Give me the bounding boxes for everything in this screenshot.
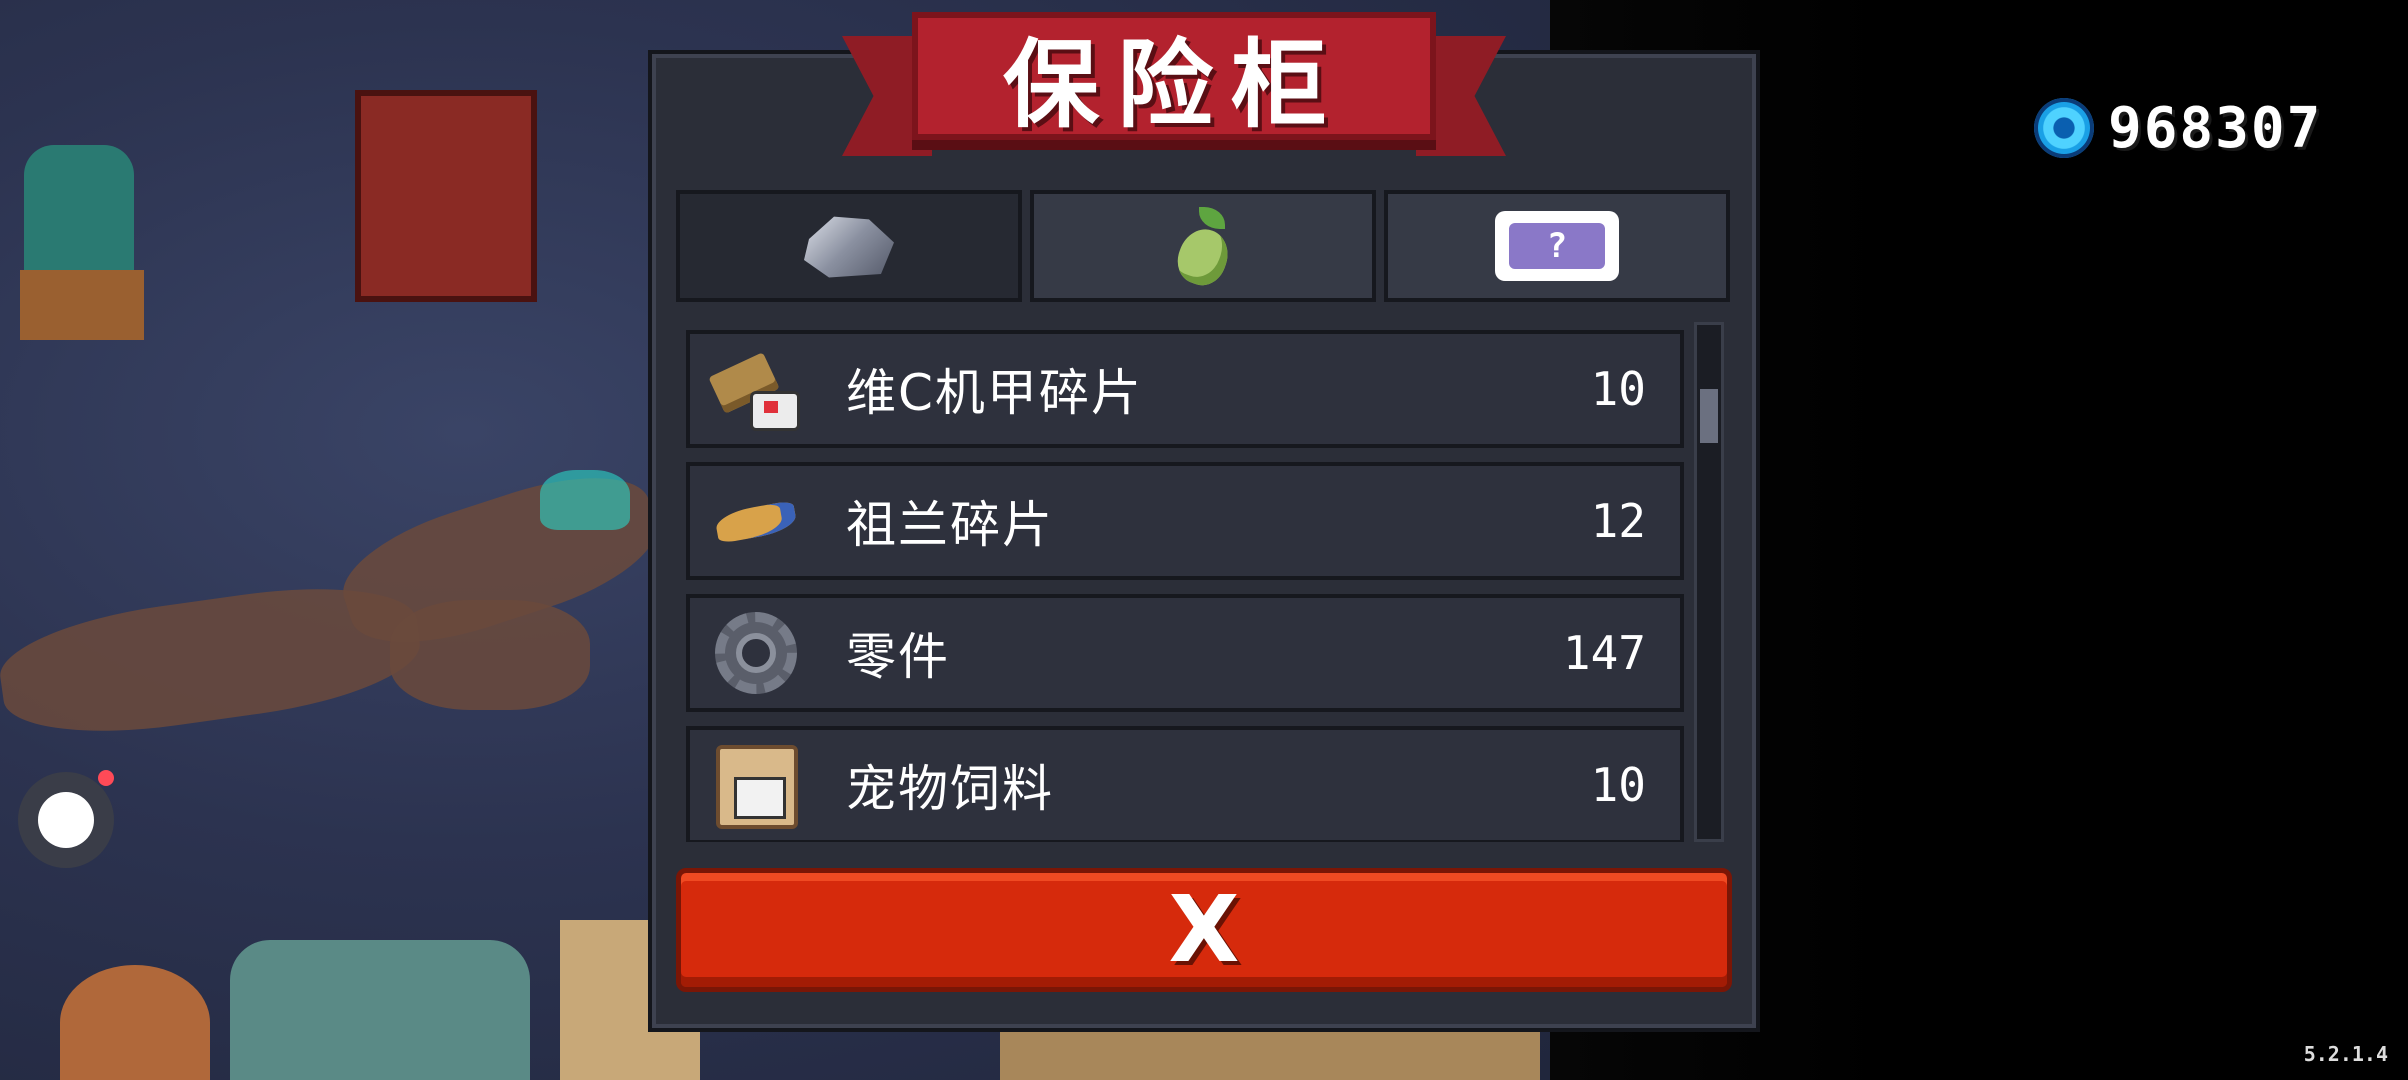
seed-icon xyxy=(1170,207,1236,292)
shrine-prop xyxy=(355,90,537,302)
ticket-icon: ? xyxy=(1495,211,1619,281)
notification-badge xyxy=(98,770,114,786)
list-item[interactable]: 宠物饲料 10 xyxy=(686,726,1684,842)
tab-seeds[interactable] xyxy=(1030,190,1376,302)
panel-title: 保险柜 xyxy=(1003,28,1345,141)
version-label: 5.2.1.4 xyxy=(2303,1042,2388,1066)
merchant-npc xyxy=(24,145,134,275)
item-name: 宠物饲料 xyxy=(846,760,1054,818)
close-icon: X xyxy=(1168,876,1240,983)
dirt-path xyxy=(390,600,590,710)
pet-feed-icon xyxy=(710,739,802,831)
currency-display: 968307 xyxy=(2034,95,2323,161)
item-name: 零件 xyxy=(846,628,950,686)
item-name: 祖兰碎片 xyxy=(846,496,1054,554)
gear-icon xyxy=(710,607,802,699)
zulan-fragment-icon xyxy=(710,475,802,567)
currency-value: 968307 xyxy=(2108,95,2323,161)
item-count: 10 xyxy=(1590,362,1646,416)
tank-prop xyxy=(230,940,530,1080)
assist-dot-icon xyxy=(38,792,94,848)
list-item[interactable]: 零件 147 xyxy=(686,594,1684,712)
item-name: 维C机甲碎片 xyxy=(846,364,1143,422)
ticket-icon-label: ? xyxy=(1509,223,1605,269)
list-scrollbar[interactable] xyxy=(1694,322,1724,842)
banner-body: 保险柜 xyxy=(912,12,1436,141)
item-count: 12 xyxy=(1590,494,1646,548)
item-count: 10 xyxy=(1590,758,1646,812)
crate-prop xyxy=(20,270,144,340)
gem-icon xyxy=(2034,98,2094,158)
title-banner: 保险柜 xyxy=(842,12,1506,162)
item-list[interactable]: 维C机甲碎片 10 祖兰碎片 12 零件 147 宠物饲料 10 xyxy=(678,322,1688,842)
close-button[interactable]: X xyxy=(676,868,1732,992)
tab-tickets[interactable]: ? xyxy=(1384,190,1730,302)
category-tabs: ? xyxy=(676,190,1730,302)
list-item[interactable]: 祖兰碎片 12 xyxy=(686,462,1684,580)
item-count: 147 xyxy=(1562,626,1646,680)
tub-prop xyxy=(60,965,210,1080)
mecha-fragment-icon xyxy=(708,343,802,435)
floating-assist-button[interactable] xyxy=(18,772,114,868)
tab-materials[interactable] xyxy=(676,190,1022,302)
scrollbar-thumb[interactable] xyxy=(1700,389,1718,443)
cat-pet xyxy=(540,470,630,530)
ore-icon xyxy=(804,216,894,278)
list-item[interactable]: 维C机甲碎片 10 xyxy=(686,330,1684,448)
